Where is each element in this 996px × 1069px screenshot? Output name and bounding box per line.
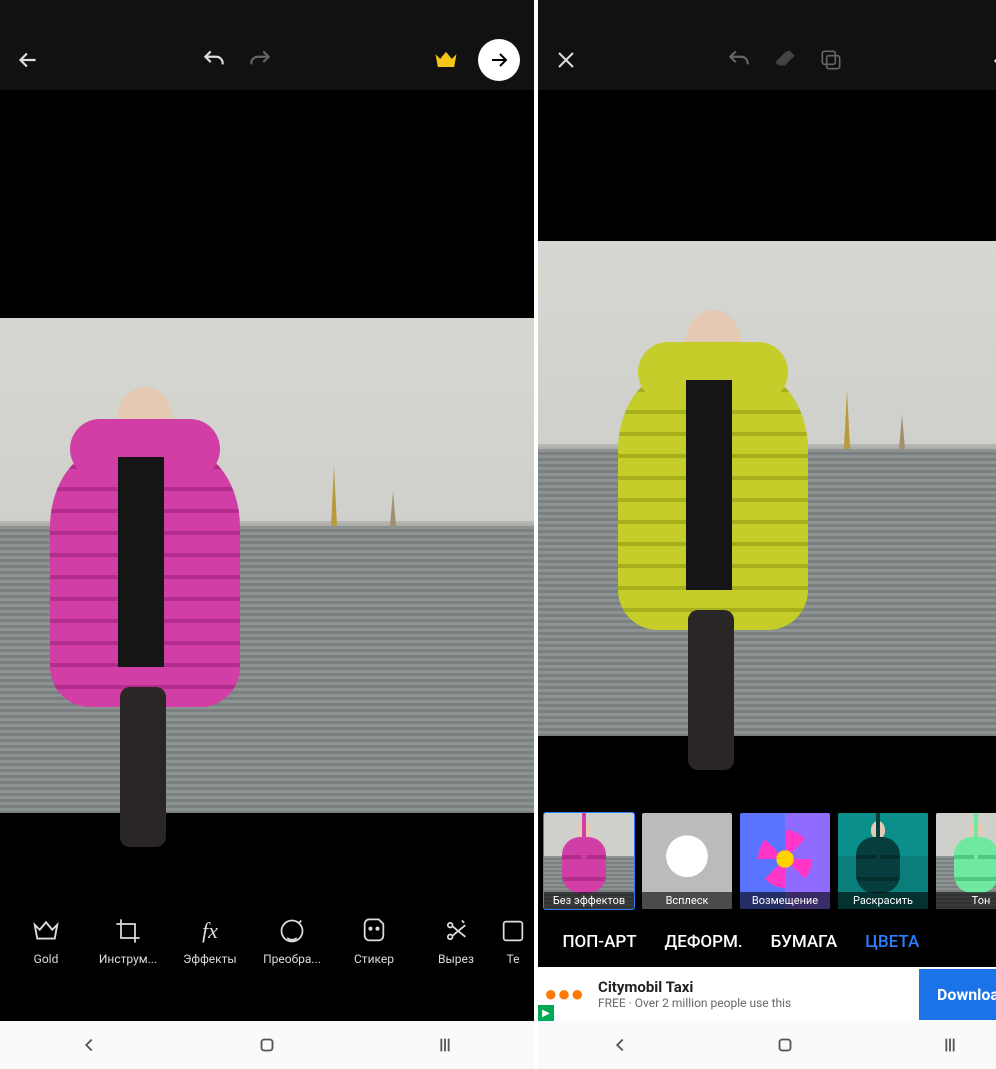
tool-cutout[interactable]: Вырез: [416, 916, 496, 966]
cat-popart[interactable]: ПОП-АРТ: [562, 932, 636, 952]
ad-title: Citymobil Taxi: [598, 978, 909, 996]
scissors-icon: [441, 916, 471, 946]
undo-icon[interactable]: [200, 46, 228, 74]
canvas-area[interactable]: [538, 90, 996, 807]
tool-sticker[interactable]: Стикер: [334, 916, 414, 966]
ad-banner[interactable]: ▶ ●●● Citymobil Taxi FREE · Over 2 milli…: [538, 967, 996, 1021]
forward-button[interactable]: [478, 39, 520, 81]
edited-photo: [538, 241, 996, 736]
effect-none[interactable]: Без эффектов: [544, 813, 634, 909]
back-arrow-icon[interactable]: [14, 46, 42, 74]
tool-text[interactable]: Те: [498, 916, 528, 966]
status-bar: [0, 0, 534, 30]
ad-badge-icon: ▶: [538, 1005, 554, 1021]
undo-icon[interactable]: [725, 46, 753, 74]
nav-back-icon[interactable]: [600, 1025, 640, 1065]
thumb-label: Раскрасить: [838, 892, 928, 909]
tool-label: Вырез: [438, 952, 474, 966]
thumb-label: Без эффектов: [544, 892, 634, 909]
nav-home-icon[interactable]: [765, 1025, 805, 1065]
face-icon: [277, 916, 307, 946]
canvas-area[interactable]: [0, 90, 534, 901]
tool-tools[interactable]: Инструм...: [88, 916, 168, 966]
thumb-label: Тон: [936, 892, 996, 909]
tool-label: Инструм...: [99, 952, 157, 966]
thumb-label: Всплеск: [642, 892, 732, 909]
top-toolbar: [0, 30, 534, 90]
screen-editor-effects: Без эффектов Всплеск Возмещение Раскраси…: [538, 0, 996, 1069]
status-bar: [538, 0, 996, 30]
tool-label: Эффекты: [183, 952, 236, 966]
nav-recents-icon[interactable]: [425, 1025, 465, 1065]
eraser-icon[interactable]: [771, 46, 799, 74]
top-toolbar: [538, 30, 996, 90]
tool-label: Те: [507, 952, 520, 966]
system-navbar: [538, 1021, 996, 1069]
tool-gold[interactable]: Gold: [6, 916, 86, 966]
cat-deform[interactable]: ДЕФОРМ.: [665, 932, 743, 952]
blank-area: [0, 981, 534, 1021]
cat-paper[interactable]: БУМАГА: [771, 932, 838, 952]
effect-tone[interactable]: Тон: [936, 813, 996, 909]
ad-download-button[interactable]: Download: [919, 969, 996, 1020]
screen-editor-main: Gold Инструм... fx Эффекты Преобра... Ст…: [0, 0, 534, 1069]
check-icon[interactable]: [990, 46, 996, 74]
thumb-label: Возмещение: [740, 892, 830, 909]
text-icon: [498, 916, 528, 946]
crown-outline-icon: [31, 916, 61, 946]
sticker-icon: [359, 916, 389, 946]
close-icon[interactable]: [552, 46, 580, 74]
bottom-toolrow: Gold Инструм... fx Эффекты Преобра... Ст…: [0, 901, 534, 981]
tool-label: Преобра...: [263, 952, 321, 966]
tool-effects[interactable]: fx Эффекты: [170, 916, 250, 966]
nav-home-icon[interactable]: [247, 1025, 287, 1065]
edited-photo: [0, 318, 534, 813]
nav-back-icon[interactable]: [69, 1025, 109, 1065]
tool-label: Стикер: [354, 952, 394, 966]
effect-colorize[interactable]: Раскрасить: [838, 813, 928, 909]
cat-colors[interactable]: ЦВЕТА: [865, 932, 919, 952]
effect-splash[interactable]: Всплеск: [642, 813, 732, 909]
crown-icon[interactable]: [432, 46, 460, 74]
layers-icon[interactable]: [817, 46, 845, 74]
category-tabs: ИЯ ПОП-АРТ ДЕФОРМ. БУМАГА ЦВЕТА: [538, 917, 996, 967]
effect-replace[interactable]: Возмещение: [740, 813, 830, 909]
tool-label: Gold: [34, 952, 59, 966]
ad-subtitle: FREE · Over 2 million people use this: [598, 996, 909, 1010]
fx-icon: fx: [195, 916, 225, 946]
nav-recents-icon[interactable]: [930, 1025, 970, 1065]
crop-icon: [113, 916, 143, 946]
effect-thumbnails: Без эффектов Всплеск Возмещение Раскраси…: [538, 807, 996, 917]
tool-beautify[interactable]: Преобра...: [252, 916, 332, 966]
system-navbar: [0, 1021, 534, 1069]
redo-icon[interactable]: [246, 46, 274, 74]
